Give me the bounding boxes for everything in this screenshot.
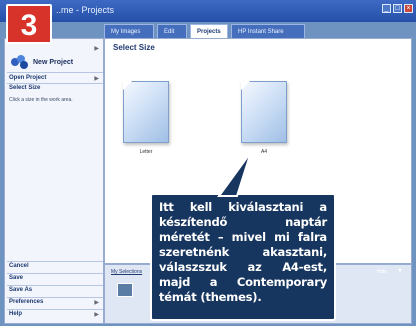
size-letter-label: Letter	[139, 149, 153, 155]
new-project-label: New Project	[33, 58, 74, 66]
new-project-button[interactable]: New Project	[11, 55, 73, 69]
save-button[interactable]: Save	[9, 275, 99, 281]
my-selections-link[interactable]: My Selections	[111, 269, 142, 275]
select-size-hint: Click a size in the work area.	[9, 97, 73, 103]
open-project-item[interactable]: Open Project	[9, 75, 101, 81]
window-title: ..me - Projects	[56, 5, 115, 15]
select-size-item[interactable]: Select Size	[9, 85, 101, 91]
divider	[7, 72, 103, 73]
hide-label[interactable]: Hide	[377, 269, 387, 275]
selection-thumbnail[interactable]	[117, 283, 133, 297]
divider	[7, 309, 103, 310]
close-icon[interactable]: ×	[404, 4, 413, 13]
chevron-down-icon[interactable]: ▼	[397, 268, 403, 274]
chevron-right-icon[interactable]: ▶	[94, 299, 99, 306]
step-number-badge: 3	[6, 4, 52, 44]
projects-sidebar: ▶ New Project Open Project ▶ Select Size…	[4, 38, 104, 324]
cancel-button[interactable]: Cancel	[9, 263, 99, 269]
divider	[7, 285, 103, 286]
chevron-right-icon[interactable]: ▶	[94, 45, 99, 52]
divider	[7, 83, 103, 84]
divider	[7, 273, 103, 274]
new-project-icon	[11, 55, 29, 69]
tab-my-images[interactable]: My Images	[104, 24, 154, 38]
save-as-button[interactable]: Save As	[9, 287, 99, 293]
tab-hp-instant-share[interactable]: HP Instant Share	[231, 24, 305, 38]
minimize-icon[interactable]: _	[382, 4, 391, 13]
chevron-right-icon[interactable]: ▶	[94, 75, 99, 82]
size-a4-thumbnail[interactable]	[241, 81, 287, 143]
preferences-button[interactable]: Preferences	[9, 299, 99, 305]
instruction-callout: Itt kell kiválasztani a készítendő naptá…	[150, 193, 336, 321]
tab-edit[interactable]: Edit	[157, 24, 187, 38]
tab-projects[interactable]: Projects	[190, 24, 228, 38]
app-window: ..me - Projects _ □ × 3 My Images Edit P…	[0, 0, 416, 326]
divider	[7, 297, 103, 298]
maximize-icon[interactable]: □	[393, 4, 402, 13]
size-letter-thumbnail[interactable]	[123, 81, 169, 143]
chevron-right-icon[interactable]: ▶	[94, 311, 99, 318]
divider	[7, 261, 103, 262]
page-title: Select Size	[113, 43, 155, 52]
title-bar: ..me - Projects _ □ ×	[0, 0, 416, 22]
main-tabs: My Images Edit Projects HP Instant Share	[104, 24, 305, 38]
help-button[interactable]: Help	[9, 311, 99, 317]
callout-pointer	[217, 152, 252, 197]
callout-text: Itt kell kiválasztani a készítendő naptá…	[159, 200, 327, 304]
